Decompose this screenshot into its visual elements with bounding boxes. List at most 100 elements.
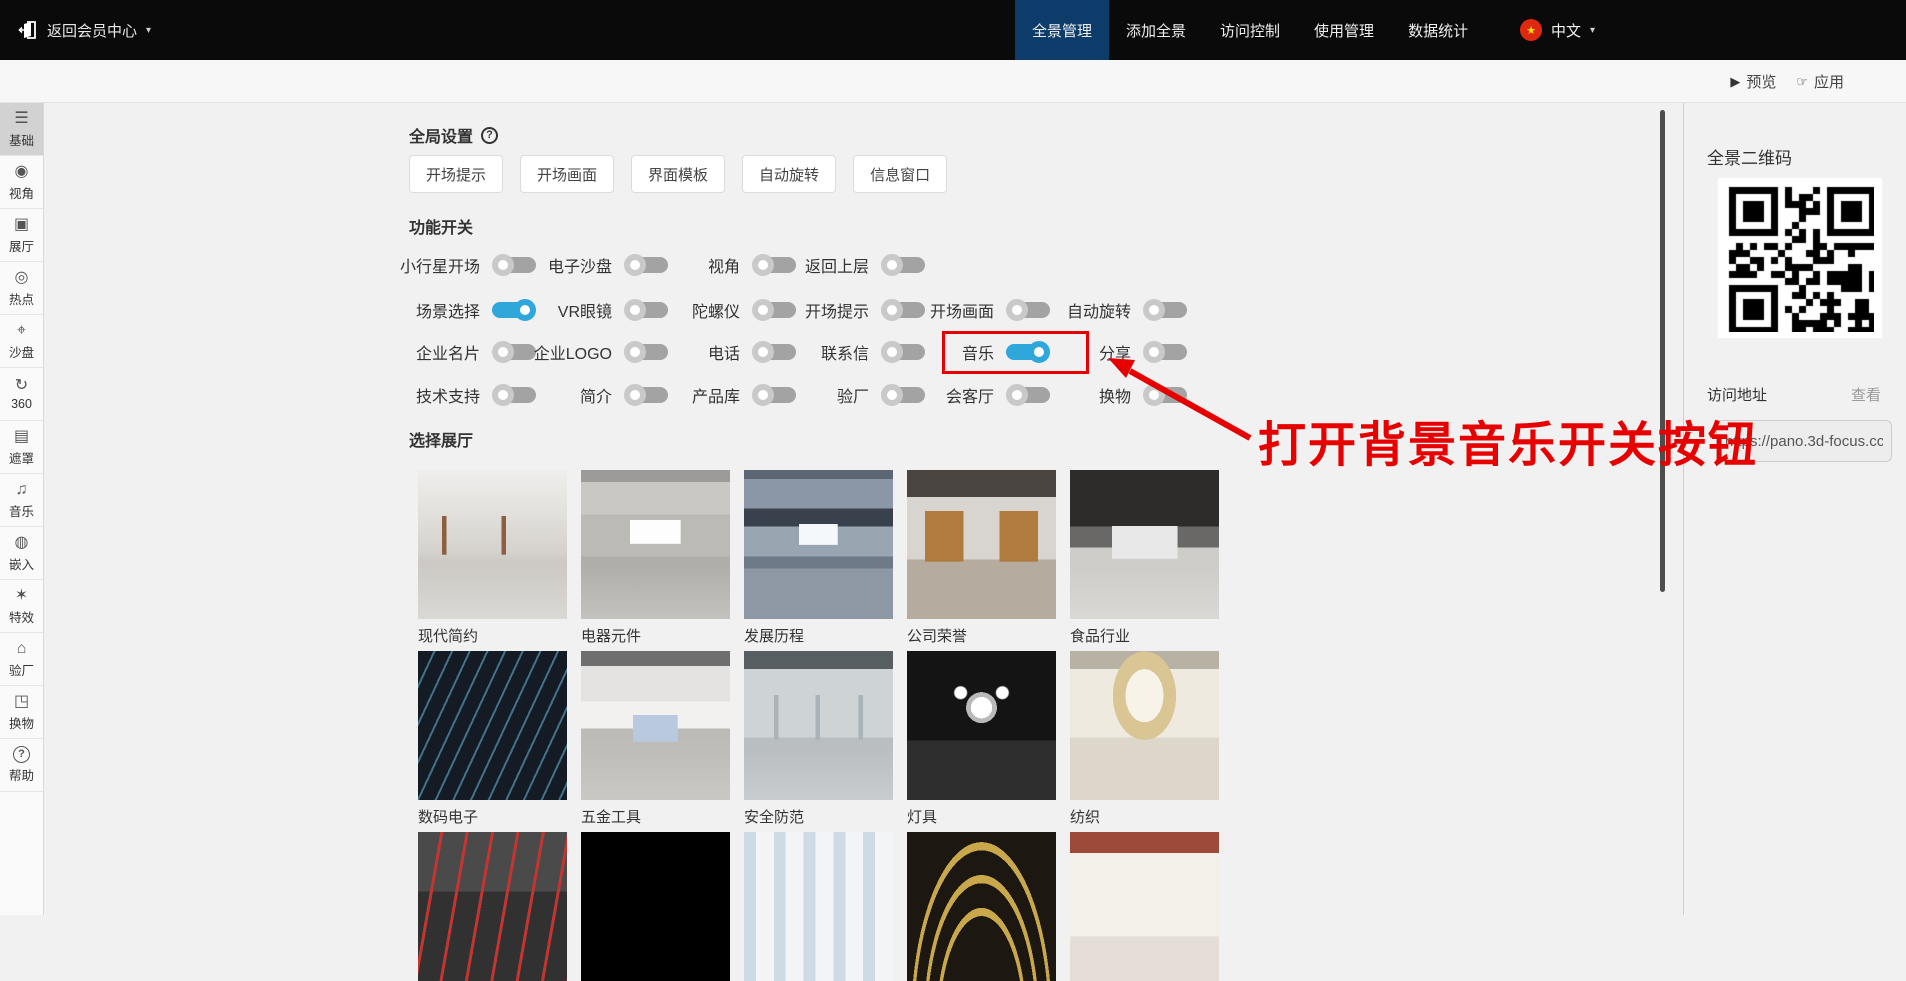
toggle-knob: [752, 299, 774, 321]
sidebar-item-embed[interactable]: ◍ 嵌入: [0, 527, 43, 580]
feature-toggle[interactable]: [492, 341, 536, 363]
hall-tile[interactable]: [744, 832, 893, 981]
hall-tile-label: 现代简约: [418, 628, 479, 645]
feature-switches-title-text: 功能开关: [409, 220, 474, 237]
switch-row-2: 企业名片 企业LOGO 电话 联系信 音乐 分享: [0, 341, 1683, 363]
sidebar-item-music[interactable]: ♫ 音乐: [0, 474, 43, 527]
toggle-knob: [1143, 384, 1165, 406]
hall-tile[interactable]: [1070, 832, 1219, 981]
sidebar-item-mask[interactable]: ▤ 遮罩: [0, 421, 43, 474]
hall-tile[interactable]: [418, 470, 567, 619]
feature-toggle[interactable]: [1006, 384, 1050, 406]
feature-toggle[interactable]: [624, 341, 668, 363]
feature-toggle[interactable]: [881, 254, 925, 276]
sidebar-item-list[interactable]: ☰ 基础: [0, 103, 43, 156]
hall-tile[interactable]: [744, 470, 893, 619]
hall-icon: ▣: [13, 215, 30, 233]
sidebar-item-help[interactable]: ? 帮助: [0, 739, 43, 792]
music-switch: 音乐: [962, 341, 1050, 363]
language-selector[interactable]: ★ 中文 ▾: [1520, 0, 1595, 60]
nav-item-3[interactable]: 使用管理: [1297, 0, 1391, 60]
feature-toggle[interactable]: [1006, 299, 1050, 321]
feature-switch-label: 技术支持: [415, 389, 480, 406]
global-setting-button-2[interactable]: 界面模板: [631, 155, 726, 193]
sidebar-item-swap[interactable]: ◳ 换物: [0, 686, 43, 739]
feature-switch: 返回上层: [805, 254, 925, 276]
feature-toggle[interactable]: [752, 341, 796, 363]
feature-switch: 验厂: [837, 384, 925, 406]
app-root: { "topbar": { "back_label": "返回会员中心", "n…: [0, 0, 1906, 981]
nav-item-2[interactable]: 访问控制: [1203, 0, 1297, 60]
feature-toggle[interactable]: [624, 254, 668, 276]
hall-tile[interactable]: [581, 651, 730, 800]
sidebar-item-factory[interactable]: ⌂ 验厂: [0, 633, 43, 686]
preview-button[interactable]: ▶ 预览: [1730, 71, 1776, 92]
switch-row-0: 小行星开场 电子沙盘 视角 返回上层: [0, 254, 1683, 276]
swap-icon: ◳: [13, 692, 30, 710]
hall-tile[interactable]: [907, 651, 1056, 800]
feature-switch-label: 开场提示: [804, 304, 869, 321]
feature-switch-label: 陀螺仪: [691, 304, 740, 321]
nav-item-0[interactable]: 全景管理: [1015, 0, 1110, 60]
feature-switch: VR眼镜: [558, 299, 668, 321]
hall-tile[interactable]: [418, 832, 567, 981]
hall-tile[interactable]: [907, 470, 1056, 619]
sidebar-item-label: 遮罩: [8, 451, 34, 466]
global-setting-button-1[interactable]: 开场画面: [520, 155, 615, 193]
feature-toggle[interactable]: [624, 384, 668, 406]
toggle-knob: [881, 254, 903, 276]
hall-tile[interactable]: [418, 651, 567, 800]
feature-toggle[interactable]: [881, 341, 925, 363]
feature-switch: 联系信: [821, 341, 925, 363]
toggle-knob: [752, 341, 774, 363]
hall-tile[interactable]: [744, 651, 893, 800]
toggle-knob: [881, 299, 903, 321]
hall-tile[interactable]: [1070, 651, 1219, 800]
view-link[interactable]: 查看: [1851, 384, 1881, 405]
feature-toggle[interactable]: [1143, 384, 1187, 406]
sidebar-item-hotspot[interactable]: ◎ 热点: [0, 262, 43, 315]
feature-toggle[interactable]: [752, 299, 796, 321]
hall-tile[interactable]: [1070, 470, 1219, 619]
qr-code-image: [1726, 184, 1874, 332]
feature-toggle[interactable]: [492, 299, 536, 321]
list-icon: ☰: [14, 109, 29, 127]
sidebar-item-r360[interactable]: ↻ 360: [0, 368, 43, 421]
scrollbar[interactable]: [1660, 110, 1665, 592]
hall-tile[interactable]: [581, 832, 730, 981]
play-icon: ▶: [1730, 73, 1741, 89]
nav-item-4[interactable]: 数据统计: [1391, 0, 1485, 60]
feature-switch-label: 验厂: [836, 389, 869, 406]
feature-toggle[interactable]: [1143, 299, 1187, 321]
feature-switch-label: 返回上层: [804, 259, 869, 276]
feature-toggle[interactable]: [492, 384, 536, 406]
global-setting-button-4[interactable]: 信息窗口: [853, 155, 948, 193]
hall-tile[interactable]: [907, 832, 1056, 981]
apply-button[interactable]: ☞ 应用: [1796, 71, 1844, 92]
feature-toggle[interactable]: [752, 254, 796, 276]
global-setting-button-3[interactable]: 自动旋转: [742, 155, 837, 193]
feature-toggle[interactable]: [752, 384, 796, 406]
nav-item-1[interactable]: 添加全景: [1109, 0, 1203, 60]
sidebar-item-effects[interactable]: ✶ 特效: [0, 580, 43, 633]
feature-toggle[interactable]: [492, 254, 536, 276]
music-toggle[interactable]: [1006, 341, 1050, 363]
feature-toggle[interactable]: [624, 299, 668, 321]
sidebar-item-label: 换物: [8, 716, 34, 731]
sidebar-item-label: 展厅: [8, 239, 34, 254]
back-to-member-center-button[interactable]: 返回会员中心 ▾: [18, 0, 151, 60]
toggle-knob: [492, 254, 514, 276]
language-label: 中文: [1551, 22, 1582, 40]
sidebar-item-label: 音乐: [8, 504, 34, 519]
feature-toggle[interactable]: [1143, 341, 1187, 363]
feature-toggle[interactable]: [881, 299, 925, 321]
sidebar-item-sandbox[interactable]: ⌖ 沙盘: [0, 315, 43, 368]
url-row: 访问地址 查看: [1707, 384, 1881, 405]
sidebar-item-hall[interactable]: ▣ 展厅: [0, 209, 43, 262]
global-setting-button-0[interactable]: 开场提示: [409, 155, 504, 193]
embed-icon: ◍: [14, 533, 29, 551]
sidebar-item-eye[interactable]: ◉ 视角: [0, 156, 43, 209]
help-icon[interactable]: ?: [481, 126, 499, 144]
feature-toggle[interactable]: [881, 384, 925, 406]
hall-tile[interactable]: [581, 470, 730, 619]
